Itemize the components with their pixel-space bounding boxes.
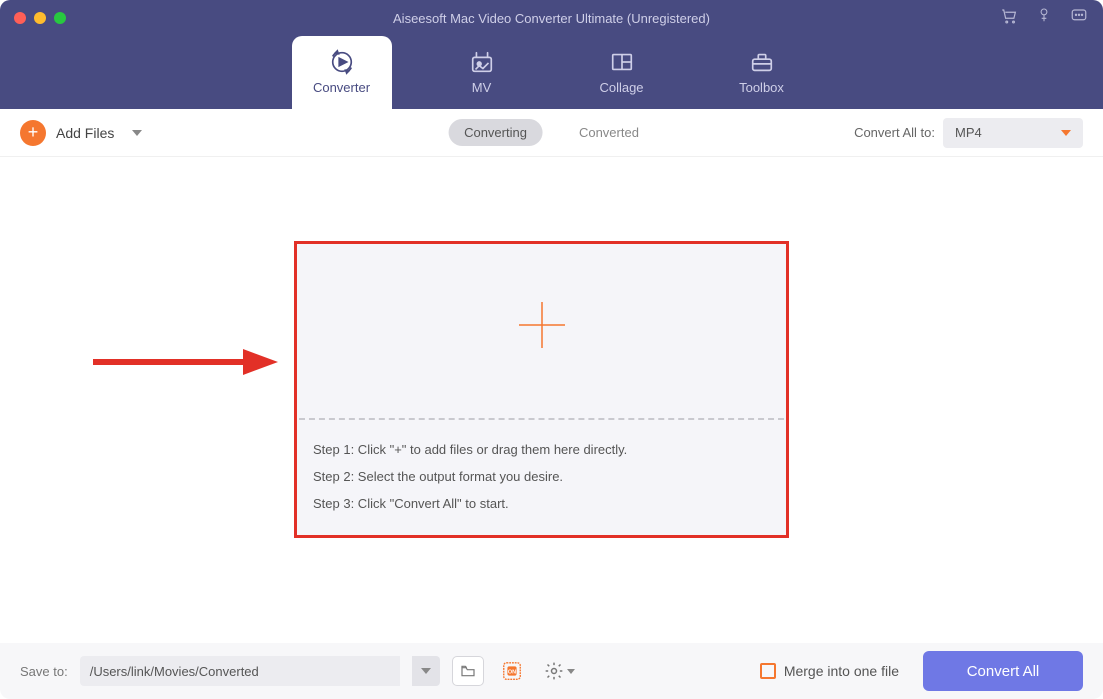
open-folder-button[interactable] [452, 656, 484, 686]
output-format-dropdown[interactable]: MP4 [943, 118, 1083, 148]
cart-icon[interactable] [999, 7, 1019, 30]
minimize-window-button[interactable] [34, 12, 46, 24]
instruction-step-2: Step 2: Select the output format you des… [313, 469, 770, 484]
save-path-field[interactable]: /Users/link/Movies/Converted [80, 656, 400, 686]
instruction-step-1: Step 1: Click "+" to add files or drag t… [313, 442, 770, 457]
converted-tab[interactable]: Converted [563, 119, 655, 146]
gpu-on-icon: ON [501, 660, 523, 682]
tab-toolbox[interactable]: Toolbox [712, 36, 812, 109]
plus-icon: + [20, 120, 46, 146]
mv-icon [468, 50, 496, 74]
main-content-area: Step 1: Click "+" to add files or drag t… [0, 157, 1103, 643]
tab-label: Converter [313, 80, 370, 95]
annotation-arrow [88, 347, 278, 377]
tab-label: MV [472, 80, 492, 95]
convert-all-button[interactable]: Convert All [923, 651, 1083, 691]
instruction-step-3: Step 3: Click "Convert All" to start. [313, 496, 770, 511]
merge-label: Merge into one file [784, 663, 899, 679]
feedback-icon[interactable] [1069, 7, 1089, 30]
chevron-down-icon[interactable] [132, 130, 142, 136]
merge-checkbox[interactable] [760, 663, 776, 679]
format-selected-value: MP4 [955, 125, 982, 140]
svg-text:ON: ON [508, 669, 516, 675]
collage-icon [608, 50, 636, 74]
file-dropzone[interactable]: Step 1: Click "+" to add files or drag t… [294, 241, 789, 538]
settings-button[interactable] [540, 656, 579, 686]
maximize-window-button[interactable] [54, 12, 66, 24]
register-icon[interactable] [1037, 7, 1051, 30]
tab-converter[interactable]: Converter [292, 36, 392, 109]
close-window-button[interactable] [14, 12, 26, 24]
gear-icon [544, 661, 564, 681]
chevron-down-icon [567, 669, 575, 674]
add-files-label: Add Files [56, 125, 114, 141]
gpu-acceleration-button[interactable]: ON [496, 656, 528, 686]
app-title: Aiseesoft Mac Video Converter Ultimate (… [0, 11, 1103, 26]
tab-mv[interactable]: MV [432, 36, 532, 109]
add-files-button[interactable]: + Add Files [20, 120, 142, 146]
tab-collage[interactable]: Collage [572, 36, 672, 109]
tab-label: Collage [599, 80, 643, 95]
convert-all-to-label: Convert All to: [854, 125, 935, 140]
window-controls[interactable] [14, 12, 66, 24]
tab-label: Toolbox [739, 80, 784, 95]
add-plus-icon[interactable] [517, 300, 567, 363]
converting-tab[interactable]: Converting [448, 119, 543, 146]
chevron-down-icon [421, 668, 431, 674]
converter-icon [328, 50, 356, 74]
save-path-dropdown[interactable] [412, 656, 440, 686]
chevron-down-icon [1061, 130, 1071, 136]
toolbox-icon [748, 50, 776, 74]
save-to-label: Save to: [20, 664, 68, 679]
